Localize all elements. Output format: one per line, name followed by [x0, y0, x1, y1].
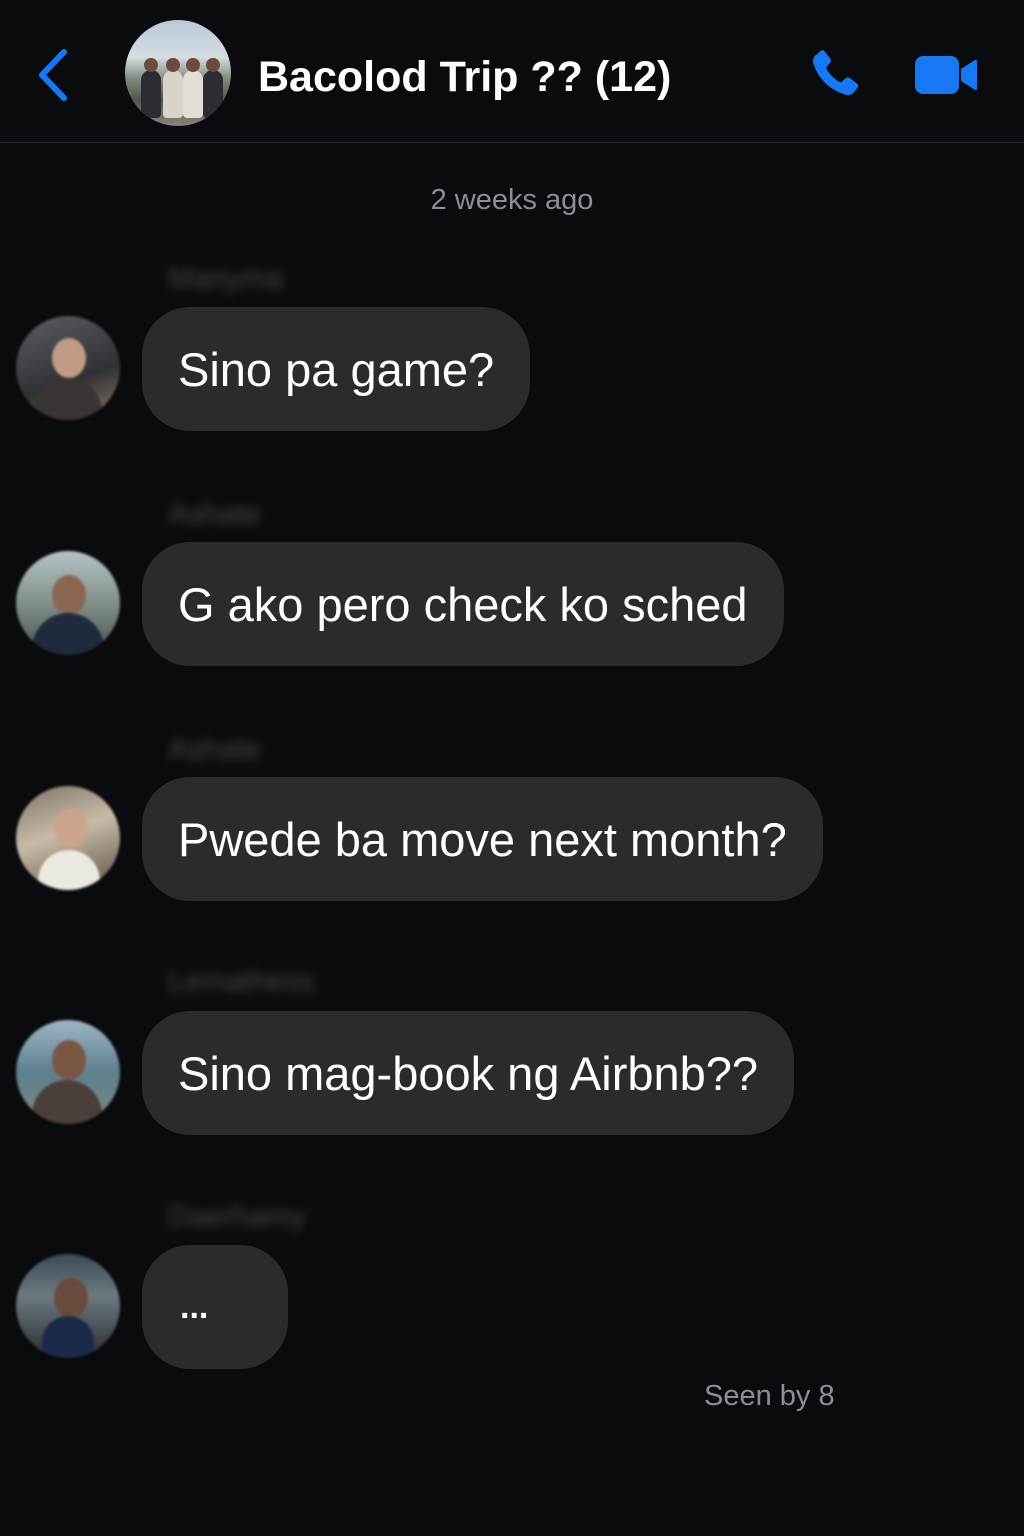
sender-name-blurred: Ashate: [168, 733, 262, 766]
sender-name-blurred: Lemathess: [168, 965, 315, 998]
avatar[interactable]: [16, 551, 120, 655]
typing-indicator-text: ...: [180, 1287, 209, 1326]
video-call-button[interactable]: [911, 50, 981, 100]
video-camera-icon: [915, 56, 977, 94]
voice-call-button[interactable]: [803, 45, 865, 105]
message-bubble[interactable]: Sino mag-book ng Airbnb??: [142, 1011, 795, 1135]
sender-name-blurred: Manyma: [168, 262, 284, 295]
message-bubble[interactable]: Pwede ba move next month?: [142, 777, 823, 901]
message-bubble[interactable]: Sino pa game?: [142, 307, 531, 431]
avatar[interactable]: [16, 1020, 120, 1124]
message-text: Sino pa game?: [178, 342, 495, 396]
back-button[interactable]: [30, 44, 76, 106]
chat-header: Bacolod Trip ?? (12): [0, 0, 1024, 143]
typing-indicator-bubble: ...: [142, 1245, 288, 1369]
group-avatar[interactable]: [125, 20, 231, 126]
phone-icon: [813, 50, 859, 96]
sender-name-blurred: Daerhamy: [168, 1200, 307, 1233]
message-bubble[interactable]: G ako pero check ko sched: [142, 542, 784, 666]
avatar[interactable]: [16, 316, 120, 420]
message-text: Pwede ba move next month?: [178, 812, 787, 866]
avatar[interactable]: [16, 786, 120, 890]
chevron-left-icon: [39, 49, 67, 101]
seen-status: Seen by 8: [704, 1380, 835, 1412]
message-text: Sino mag-book ng Airbnb??: [178, 1046, 759, 1100]
sender-name-blurred: Ashate: [168, 498, 262, 531]
message-text: G ako pero check ko sched: [178, 577, 748, 631]
chat-title[interactable]: Bacolod Trip ?? (12): [258, 50, 671, 104]
message-timestamp: 2 weeks ago: [430, 184, 594, 216]
avatar[interactable]: [16, 1254, 120, 1358]
